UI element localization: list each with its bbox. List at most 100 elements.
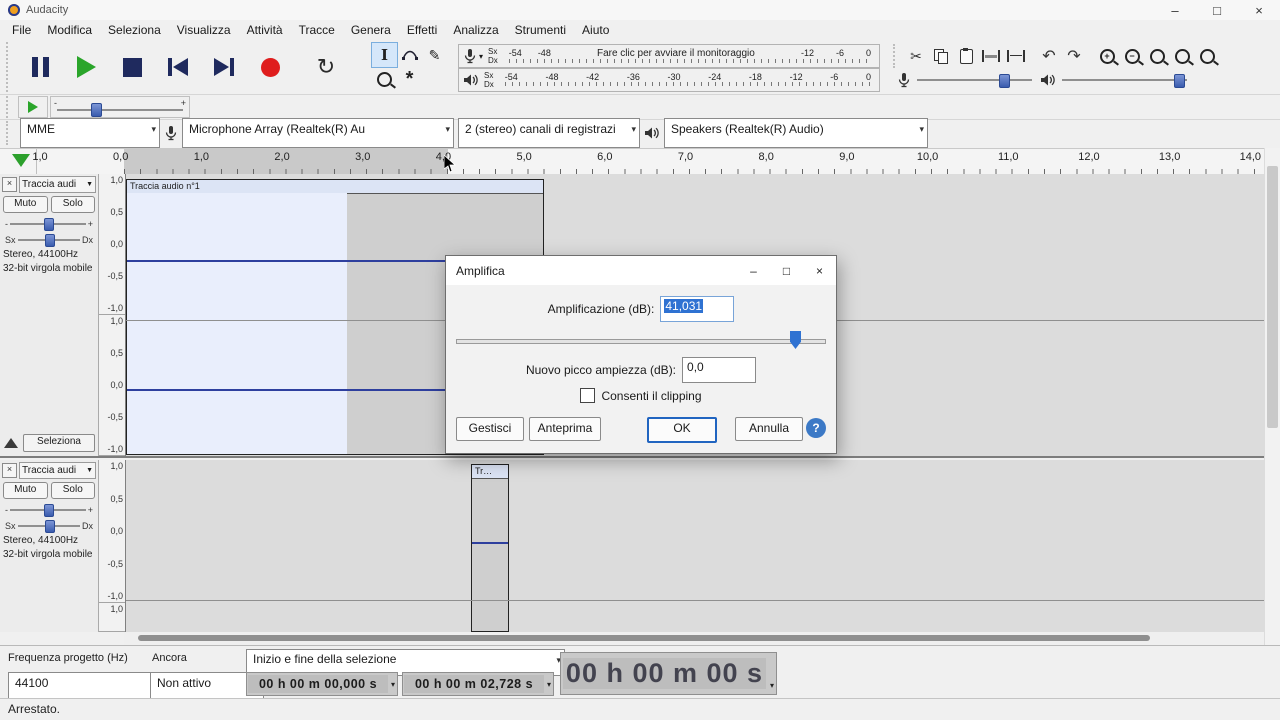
minimize-button[interactable]: – <box>1154 0 1196 20</box>
amplification-slider[interactable] <box>456 330 826 350</box>
play-at-speed-button[interactable] <box>18 96 48 118</box>
help-button[interactable]: ? <box>806 418 826 438</box>
audio-clip[interactable]: Tr… <box>471 464 509 632</box>
pan-slider[interactable] <box>18 520 80 532</box>
vertical-scrollbar-thumb[interactable] <box>1267 166 1278 428</box>
selection-end-field[interactable]: 00 h 00 m 02,728 s▾ <box>402 672 554 696</box>
track2-waveform-area[interactable]: Tr… <box>126 460 1264 632</box>
track1-vertical-ruler[interactable]: 1,00,50,0-0,5-1,0 1,00,50,0-0,5-1,0 <box>99 174 126 456</box>
dialog-maximize-button[interactable]: □ <box>770 256 803 285</box>
audio-position-display[interactable]: 00 h 00 m 00 s▾ <box>560 652 777 695</box>
toolbar-grip[interactable] <box>6 121 13 145</box>
selection-region[interactable] <box>127 193 347 454</box>
clip-title[interactable]: Tr… <box>472 465 508 479</box>
close-track-button[interactable]: × <box>2 463 17 478</box>
toolbar-grip[interactable] <box>6 96 13 118</box>
close-button[interactable]: × <box>1238 0 1280 20</box>
skip-to-end-button[interactable] <box>202 43 246 91</box>
close-track-button[interactable]: × <box>2 177 17 192</box>
toolbar-grip[interactable] <box>893 44 900 68</box>
recording-device-select[interactable]: Microphone Array (Realtek(R) Au▾ <box>182 118 454 148</box>
recording-volume-thumb[interactable] <box>999 74 1010 88</box>
pan-thumb[interactable] <box>45 234 55 247</box>
audio-host-select[interactable]: MME▾ <box>20 118 160 148</box>
menu-item[interactable]: Effetti <box>399 21 445 39</box>
zoom-selection-button[interactable] <box>1145 45 1169 68</box>
gain-slider[interactable] <box>10 504 86 516</box>
pan-thumb[interactable] <box>45 520 55 533</box>
record-button[interactable] <box>248 43 292 91</box>
track-menu-button[interactable]: Traccia audi▼ <box>19 462 96 479</box>
playback-device-select[interactable]: Speakers (Realtek(R) Audio)▾ <box>664 118 928 148</box>
toolbar-grip[interactable] <box>6 42 13 92</box>
solo-button[interactable]: Solo <box>51 196 96 213</box>
manage-button[interactable]: Gestisci <box>456 417 524 441</box>
cancel-button[interactable]: Annulla <box>735 417 803 441</box>
mute-button[interactable]: Muto <box>3 482 48 499</box>
zoom-out-button[interactable]: − <box>1120 45 1144 68</box>
playback-volume-slider[interactable] <box>1062 73 1187 87</box>
menu-item[interactable]: Attività <box>239 21 291 39</box>
envelope-tool-button[interactable] <box>397 43 422 67</box>
maximize-button[interactable]: □ <box>1196 0 1238 20</box>
skip-to-start-button[interactable] <box>156 43 200 91</box>
selection-tool-button[interactable]: I <box>372 43 397 67</box>
menu-item[interactable]: Seleziona <box>100 21 169 39</box>
pause-button[interactable] <box>18 43 62 91</box>
copy-button[interactable] <box>929 45 953 68</box>
recording-meter[interactable]: ▾ SxDx -54-48 Fare clic per avviare il m… <box>458 44 880 68</box>
dialog-minimize-button[interactable]: – <box>737 256 770 285</box>
monitor-message[interactable]: Fare clic per avviare il monitoraggio <box>567 48 785 59</box>
collapse-track-icon[interactable] <box>4 438 18 448</box>
menu-item[interactable]: Modifica <box>39 21 100 39</box>
dialog-titlebar[interactable]: Amplifica – □ × <box>446 256 836 285</box>
amplification-input[interactable]: 41,031 <box>660 296 734 322</box>
recording-volume-slider[interactable] <box>917 73 1032 87</box>
menu-item[interactable]: Strumenti <box>507 21 574 39</box>
playback-meter[interactable]: SxDx -54-48-42-36-30-24-18-12-60 <box>458 68 880 92</box>
gain-slider[interactable] <box>10 218 86 230</box>
horizontal-scrollbar[interactable] <box>124 632 1264 645</box>
mute-button[interactable]: Muto <box>3 196 48 213</box>
zoom-fit-button[interactable] <box>1170 45 1194 68</box>
silence-audio-button[interactable] <box>1004 45 1028 68</box>
menu-item[interactable]: Aiuto <box>574 21 617 39</box>
cut-button[interactable]: ✂ <box>904 45 928 68</box>
draw-tool-button[interactable]: ✎ <box>422 43 447 67</box>
undo-button[interactable]: ↶ <box>1037 45 1061 68</box>
menu-item[interactable]: Tracce <box>291 21 343 39</box>
redo-button[interactable]: ↷ <box>1062 45 1086 68</box>
preview-button[interactable]: Anteprima <box>529 417 601 441</box>
amplification-slider-thumb[interactable] <box>790 331 801 349</box>
selection-start-field[interactable]: 00 h 00 m 00,000 s▾ <box>246 672 398 696</box>
playback-volume-thumb[interactable] <box>1174 74 1185 88</box>
zoom-toggle-button[interactable] <box>1195 45 1219 68</box>
allow-clipping-checkbox[interactable] <box>580 388 595 403</box>
loop-button[interactable]: ↻ <box>304 43 348 91</box>
dialog-close-button[interactable]: × <box>803 256 836 285</box>
pan-slider[interactable] <box>18 234 80 246</box>
speed-slider[interactable]: - + <box>50 96 190 118</box>
menu-item[interactable]: Visualizza <box>169 21 239 39</box>
track2-vertical-ruler[interactable]: 1,00,50,0-0,5-1,0 1,0 <box>99 460 126 632</box>
menu-item[interactable]: Analizza <box>445 21 506 39</box>
ok-button[interactable]: OK <box>647 417 717 443</box>
play-button[interactable] <box>64 43 108 91</box>
multi-tool-button[interactable]: * <box>397 67 422 91</box>
stop-button[interactable] <box>110 43 154 91</box>
trim-audio-button[interactable] <box>979 45 1003 68</box>
gain-thumb[interactable] <box>44 504 54 517</box>
speed-thumb[interactable] <box>91 103 102 117</box>
gain-thumb[interactable] <box>44 218 54 231</box>
track-menu-button[interactable]: Traccia audi▼ <box>19 176 96 193</box>
horizontal-scrollbar-thumb[interactable] <box>138 635 1150 641</box>
menu-item[interactable]: Genera <box>343 21 399 39</box>
clip-title[interactable]: Traccia audio n°1 <box>127 180 543 194</box>
select-track-button[interactable]: Seleziona <box>23 434 95 452</box>
zoom-tool-button[interactable] <box>372 67 397 91</box>
vertical-scrollbar[interactable] <box>1264 148 1280 645</box>
zoom-in-button[interactable]: + <box>1095 45 1119 68</box>
meter-dropdown-icon[interactable]: ▾ <box>479 52 483 61</box>
menu-item[interactable]: File <box>4 21 39 39</box>
paste-button[interactable] <box>954 45 978 68</box>
